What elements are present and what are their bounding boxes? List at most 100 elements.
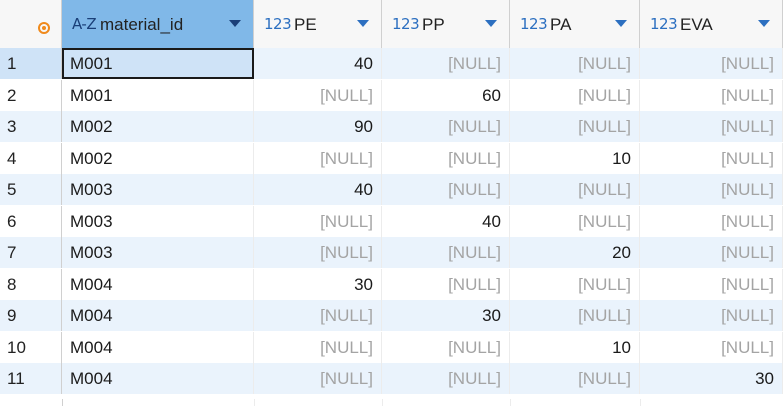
cell-material-id[interactable]: M002: [62, 142, 254, 174]
cell-material-id[interactable]: M003: [62, 205, 254, 237]
results-grid: A-Z material_id 123 PE 123 PP 123 PA 123…: [0, 0, 783, 406]
table-row[interactable]: 4 M002 [NULL] [NULL] 10 [NULL]: [0, 142, 783, 174]
table-row[interactable]: 10 M004 [NULL] [NULL] 10 [NULL]: [0, 331, 783, 363]
cell-pe[interactable]: [NULL]: [254, 205, 382, 237]
cell-eva[interactable]: [NULL]: [640, 300, 783, 331]
cell-eva[interactable]: [NULL]: [640, 111, 783, 142]
table-row[interactable]: 2 M001 [NULL] 60 [NULL] [NULL]: [0, 79, 783, 111]
column-header-material-id[interactable]: A-Z material_id: [62, 0, 254, 48]
row-number[interactable]: 4: [0, 142, 62, 174]
numeric-type-icon: 123: [392, 15, 420, 33]
sort-dropdown-icon[interactable]: [615, 20, 627, 27]
cell-pp[interactable]: 40: [382, 205, 510, 237]
column-header-pa[interactable]: 123 PA: [510, 0, 640, 48]
cell-pa[interactable]: 10: [510, 142, 640, 174]
cell-eva[interactable]: [NULL]: [640, 142, 783, 174]
cell-pa[interactable]: [NULL]: [510, 174, 640, 205]
cell-pe[interactable]: [NULL]: [254, 363, 382, 394]
cell-pe[interactable]: [NULL]: [254, 79, 382, 111]
row-number[interactable]: 5: [0, 174, 62, 205]
table-row[interactable]: 1 M001 40 [NULL] [NULL] [NULL]: [0, 48, 783, 79]
cell-eva[interactable]: [NULL]: [640, 268, 783, 300]
cell-material-id[interactable]: M004: [62, 363, 254, 394]
cell-pe[interactable]: 40: [254, 174, 382, 205]
table-row[interactable]: 8 M004 30 [NULL] [NULL] [NULL]: [0, 268, 783, 300]
cell-pa[interactable]: 20: [510, 237, 640, 268]
sort-dropdown-icon[interactable]: [485, 20, 497, 27]
cell-eva[interactable]: [NULL]: [640, 79, 783, 111]
row-selector-corner[interactable]: [0, 0, 62, 48]
cell-pp[interactable]: [NULL]: [382, 48, 510, 79]
column-name: PE: [294, 15, 317, 34]
cell-pp[interactable]: [NULL]: [382, 174, 510, 205]
table-row[interactable]: 11 M004 [NULL] [NULL] [NULL] 30: [0, 363, 783, 394]
row-number[interactable]: 3: [0, 111, 62, 142]
table-row[interactable]: 9 M004 [NULL] 30 [NULL] [NULL]: [0, 300, 783, 331]
cell-pe[interactable]: [NULL]: [254, 237, 382, 268]
cell-pa[interactable]: 10: [510, 331, 640, 363]
cell-pa[interactable]: [NULL]: [510, 268, 640, 300]
cell-eva[interactable]: [NULL]: [640, 48, 783, 79]
row-number[interactable]: 8: [0, 268, 62, 300]
cell-material-id[interactable]: M004: [62, 300, 254, 331]
row-number[interactable]: 10: [0, 331, 62, 363]
row-number[interactable]: 9: [0, 300, 62, 331]
cell-pp[interactable]: [NULL]: [382, 268, 510, 300]
table-row[interactable]: 7 M003 [NULL] [NULL] 20 [NULL]: [0, 237, 783, 268]
text-type-icon: A-Z: [72, 15, 97, 33]
cell-eva[interactable]: [NULL]: [640, 237, 783, 268]
cell-pp[interactable]: 60: [382, 79, 510, 111]
numeric-type-icon: 123: [264, 15, 292, 33]
cell-pe[interactable]: [NULL]: [254, 300, 382, 331]
cell-pa[interactable]: [NULL]: [510, 205, 640, 237]
cell-pp[interactable]: [NULL]: [382, 111, 510, 142]
column-name: PP: [422, 15, 445, 34]
cell-pa[interactable]: [NULL]: [510, 300, 640, 331]
column-header-pe[interactable]: 123 PE: [254, 0, 382, 48]
cell-pp[interactable]: [NULL]: [382, 331, 510, 363]
row-number[interactable]: 7: [0, 237, 62, 268]
column-header-pp[interactable]: 123 PP: [382, 0, 510, 48]
numeric-type-icon: 123: [520, 15, 548, 33]
cell-material-id[interactable]: M002: [62, 111, 254, 142]
cell-material-id[interactable]: M003: [62, 237, 254, 268]
cell-pa[interactable]: [NULL]: [510, 363, 640, 394]
table-row[interactable]: 5 M003 40 [NULL] [NULL] [NULL]: [0, 174, 783, 205]
cell-material-id[interactable]: M003: [62, 174, 254, 205]
cell-pe[interactable]: [NULL]: [254, 142, 382, 174]
column-name: PA: [550, 15, 572, 34]
cell-pe[interactable]: [NULL]: [254, 331, 382, 363]
cell-pp[interactable]: [NULL]: [382, 142, 510, 174]
cell-pa[interactable]: [NULL]: [510, 111, 640, 142]
cell-pa[interactable]: [NULL]: [510, 48, 640, 79]
cell-pa[interactable]: [NULL]: [510, 79, 640, 111]
row-number[interactable]: 1: [0, 48, 62, 79]
column-header-eva[interactable]: 123 EVA: [640, 0, 783, 48]
cell-eva[interactable]: 30: [640, 363, 783, 394]
column-name: EVA: [680, 15, 713, 34]
sort-dropdown-icon[interactable]: [229, 20, 241, 27]
cell-pp[interactable]: 30: [382, 300, 510, 331]
sort-dropdown-icon[interactable]: [758, 20, 770, 27]
sort-dropdown-icon[interactable]: [357, 20, 369, 27]
cell-pe[interactable]: 90: [254, 111, 382, 142]
cell-material-id[interactable]: M001: [62, 48, 254, 79]
cell-pe[interactable]: 30: [254, 268, 382, 300]
numeric-type-icon: 123: [650, 15, 678, 33]
cell-pe[interactable]: 40: [254, 48, 382, 79]
cell-pp[interactable]: [NULL]: [382, 363, 510, 394]
cell-eva[interactable]: [NULL]: [640, 331, 783, 363]
cell-material-id[interactable]: M001: [62, 79, 254, 111]
cell-material-id[interactable]: M004: [62, 268, 254, 300]
row-number[interactable]: 2: [0, 79, 62, 111]
row-number[interactable]: 11: [0, 363, 62, 394]
cell-eva[interactable]: [NULL]: [640, 205, 783, 237]
grid-header: A-Z material_id 123 PE 123 PP 123 PA 123…: [0, 0, 783, 49]
table-row[interactable]: 6 M003 [NULL] 40 [NULL] [NULL]: [0, 205, 783, 237]
row-number[interactable]: 6: [0, 205, 62, 237]
grid-bottom-edge: [0, 399, 783, 406]
cell-pp[interactable]: [NULL]: [382, 237, 510, 268]
cell-material-id[interactable]: M004: [62, 331, 254, 363]
table-row[interactable]: 3 M002 90 [NULL] [NULL] [NULL]: [0, 111, 783, 142]
cell-eva[interactable]: [NULL]: [640, 174, 783, 205]
